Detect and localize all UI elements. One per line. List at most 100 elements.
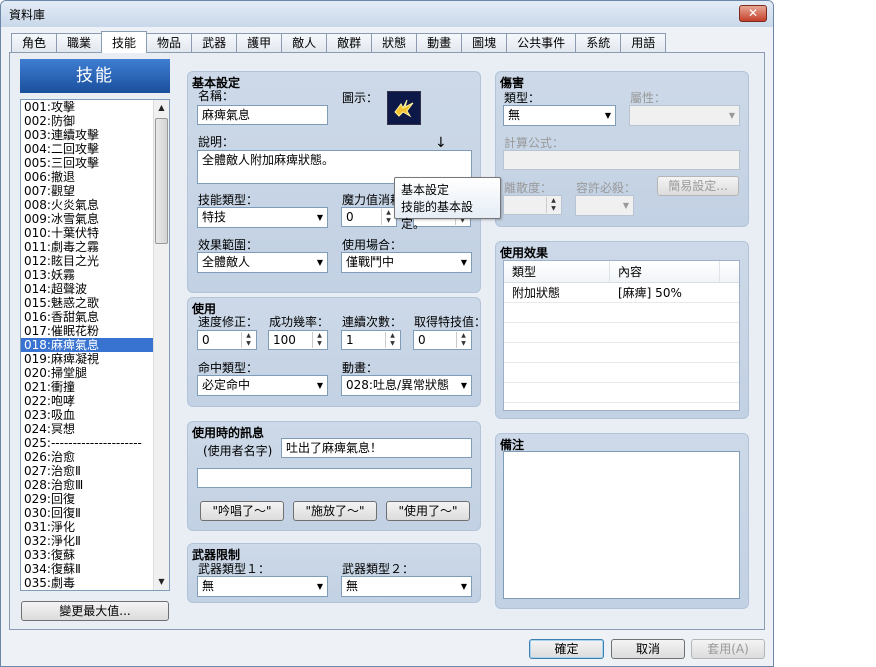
tab-9[interactable]: 動畫 — [416, 33, 463, 53]
element-select[interactable]: ▼ — [629, 105, 740, 126]
effects-table[interactable]: 類型 內容 附加狀態 [麻痺] 50% — [503, 260, 740, 411]
formula-field[interactable] — [503, 150, 740, 170]
list-item[interactable]: 004:二回攻擊 — [21, 142, 153, 156]
skill-type-select[interactable]: 特技 ▼ — [197, 207, 328, 228]
note-field[interactable] — [503, 451, 740, 599]
repeat-spinner[interactable]: 1 ▲ ▼ — [341, 330, 401, 350]
tab-13[interactable]: 用語 — [620, 33, 667, 53]
list-scrollbar[interactable]: ▲ ▼ — [153, 100, 169, 590]
tp-gain-spinner[interactable]: 0 ▲ ▼ — [413, 330, 472, 350]
tab-11[interactable]: 公共事件 — [506, 33, 577, 53]
skill-list[interactable]: 001:攻擊 002:防御 003:連續攻擊 004:二回攻擊 005:三回攻擊 006:… — [20, 99, 170, 591]
close-button[interactable]: ✕ — [739, 5, 767, 22]
variance-spinner[interactable]: ▲ ▼ — [503, 195, 562, 215]
apply-button[interactable]: 套用(A) — [691, 639, 765, 659]
scroll-thumb[interactable] — [155, 118, 168, 244]
success-spinner[interactable]: 100 ▲ ▼ — [268, 330, 328, 350]
list-item[interactable]: 033:復蘇 — [21, 548, 153, 562]
table-row[interactable] — [504, 323, 739, 343]
spin-up-icon[interactable]: ▲ — [547, 197, 560, 205]
hit-type-select[interactable]: 必定命中 ▼ — [197, 375, 328, 396]
damage-type-select[interactable]: 無 ▼ — [503, 105, 616, 126]
spin-down-icon[interactable]: ▼ — [547, 205, 560, 213]
list-item[interactable]: 009:冰雪氣息 — [21, 212, 153, 226]
column-header-type[interactable]: 類型 — [504, 261, 610, 282]
list-item[interactable]: 023:吸血 — [21, 408, 153, 422]
simple-settings-button[interactable]: 簡易設定... — [657, 176, 739, 196]
list-item[interactable]: 027:治愈Ⅱ — [21, 464, 153, 478]
list-item[interactable]: 001:攻擊 — [21, 100, 153, 114]
table-row[interactable] — [504, 343, 739, 363]
list-item[interactable]: 035:劇毒 — [21, 576, 153, 590]
table-row[interactable] — [504, 303, 739, 323]
tab-4[interactable]: 武器 — [191, 33, 238, 53]
tab-7[interactable]: 敵群 — [326, 33, 373, 53]
list-item[interactable]: 021:衝撞 — [21, 380, 153, 394]
critical-select[interactable]: ▼ — [575, 195, 634, 216]
list-item[interactable]: 029:回復 — [21, 492, 153, 506]
list-item[interactable]: 030:回復Ⅱ — [21, 506, 153, 520]
spin-up-icon[interactable]: ▲ — [242, 332, 255, 340]
list-item[interactable]: 018:麻痺氣息 — [21, 338, 153, 352]
list-item[interactable]: 025:--------------------- — [21, 436, 153, 450]
tab-3[interactable]: 物品 — [146, 33, 193, 53]
spin-up-icon[interactable]: ▲ — [457, 332, 470, 340]
spin-down-icon[interactable]: ▼ — [382, 217, 395, 225]
list-item[interactable]: 014:超聲波 — [21, 282, 153, 296]
list-item[interactable]: 020:掃堂腿 — [21, 366, 153, 380]
list-item[interactable]: 016:香甜氣息 — [21, 310, 153, 324]
list-item[interactable]: 015:魅惑之歌 — [21, 296, 153, 310]
table-row[interactable] — [504, 383, 739, 403]
list-item[interactable]: 010:十葉伏特 — [21, 226, 153, 240]
list-item[interactable]: 013:妖霧 — [21, 268, 153, 282]
list-item[interactable]: 031:淨化 — [21, 520, 153, 534]
chant-button[interactable]: "吟唱了～" — [200, 501, 284, 521]
animation-select[interactable]: 028:吐息/異常狀態 ▼ — [341, 375, 472, 396]
spin-down-icon[interactable]: ▼ — [386, 340, 399, 348]
message-line1-field[interactable]: 吐出了麻痺氣息！ — [281, 438, 472, 458]
change-max-button[interactable]: 變更最大值... — [21, 601, 169, 621]
list-item[interactable]: 012:眩目之光 — [21, 254, 153, 268]
scroll-up-icon[interactable]: ▲ — [154, 100, 169, 116]
tab-12[interactable]: 系統 — [575, 33, 622, 53]
list-item[interactable]: 034:復蘇Ⅱ — [21, 562, 153, 576]
tab-10[interactable]: 圖塊 — [461, 33, 508, 53]
tab-2[interactable]: 技能 — [101, 31, 148, 53]
list-item[interactable]: 002:防御 — [21, 114, 153, 128]
occasion-select[interactable]: 僅戰鬥中 ▼ — [341, 252, 472, 273]
spin-down-icon[interactable]: ▼ — [242, 340, 255, 348]
tab-8[interactable]: 狀態 — [371, 33, 418, 53]
list-item[interactable]: 003:連續攻擊 — [21, 128, 153, 142]
weapon-type2-select[interactable]: 無 ▼ — [341, 576, 472, 597]
use-button[interactable]: "使用了～" — [386, 501, 470, 521]
spin-up-icon[interactable]: ▲ — [386, 332, 399, 340]
name-field[interactable]: 麻痺氣息 — [197, 105, 328, 125]
list-item[interactable]: 005:三回攻擊 — [21, 156, 153, 170]
column-header-content[interactable]: 內容 — [610, 261, 720, 282]
message-line2-field[interactable] — [197, 468, 472, 488]
list-item[interactable]: 032:淨化Ⅱ — [21, 534, 153, 548]
ok-button[interactable]: 確定 — [529, 639, 604, 659]
tab-5[interactable]: 護甲 — [236, 33, 283, 53]
list-item[interactable]: 007:觀望 — [21, 184, 153, 198]
spin-down-icon[interactable]: ▼ — [313, 340, 326, 348]
speed-spinner[interactable]: 0 ▲ ▼ — [197, 330, 257, 350]
list-item[interactable]: 022:咆哮 — [21, 394, 153, 408]
cast-button[interactable]: "施放了～" — [293, 501, 377, 521]
list-item[interactable]: 008:火炎氣息 — [21, 198, 153, 212]
list-item[interactable]: 028:治愈Ⅲ — [21, 478, 153, 492]
list-item[interactable]: 006:撤退 — [21, 170, 153, 184]
tab-6[interactable]: 敵人 — [281, 33, 328, 53]
tab-1[interactable]: 職業 — [56, 33, 103, 53]
scope-select[interactable]: 全體敵人 ▼ — [197, 252, 328, 273]
spin-up-icon[interactable]: ▲ — [313, 332, 326, 340]
list-item[interactable]: 019:麻痺凝視 — [21, 352, 153, 366]
mp-cost-spinner[interactable]: 0 ▲ ▼ — [341, 207, 397, 227]
table-row[interactable]: 附加狀態 [麻痺] 50% — [504, 283, 739, 303]
tab-0[interactable]: 角色 — [11, 33, 58, 53]
scroll-down-icon[interactable]: ▼ — [154, 574, 169, 590]
list-item[interactable]: 011:劇毒之霧 — [21, 240, 153, 254]
list-item[interactable]: 017:催眠花粉 — [21, 324, 153, 338]
spin-down-icon[interactable]: ▼ — [457, 340, 470, 348]
list-item[interactable]: 024:冥想 — [21, 422, 153, 436]
